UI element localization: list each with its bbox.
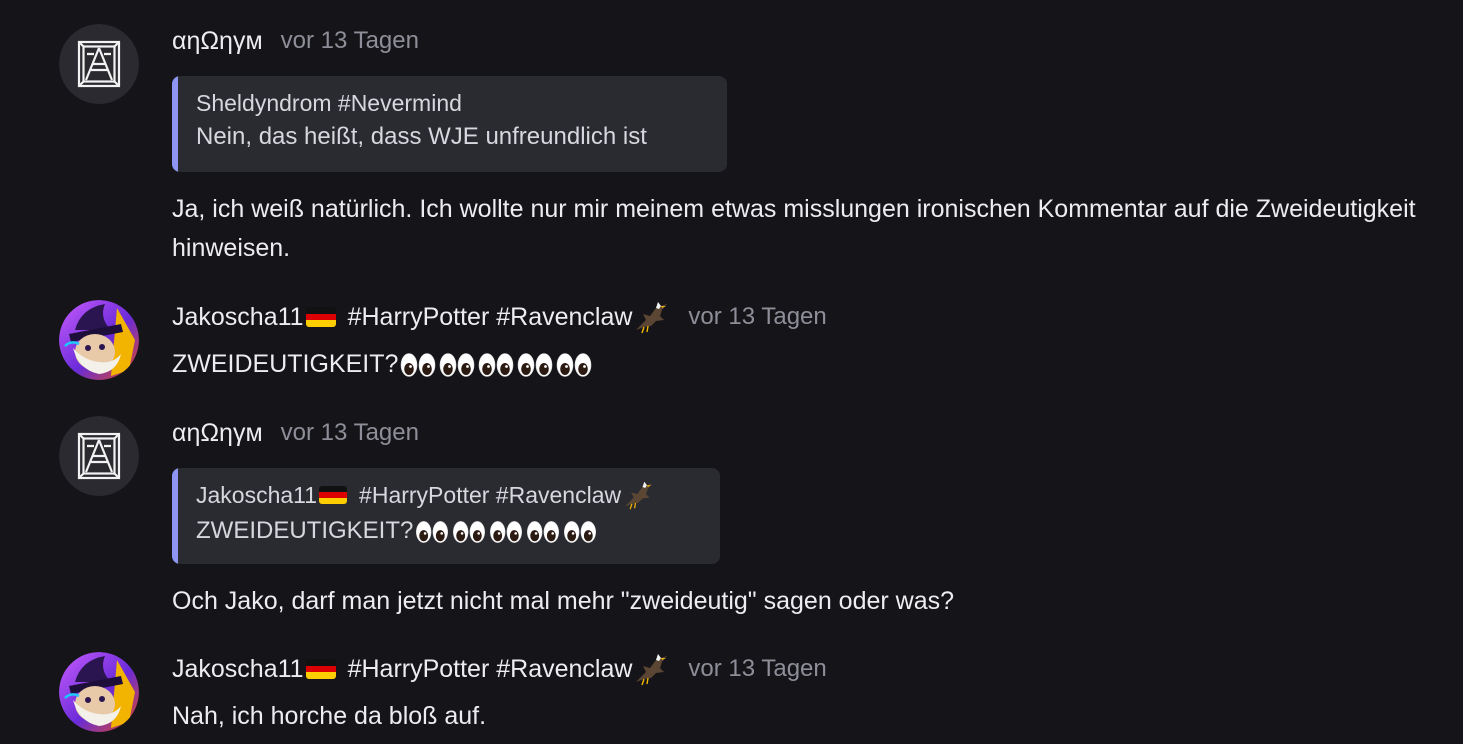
author-hashtags: #HarryPotter #Ravenclaw [347, 302, 633, 331]
comment-header: αηΩηγм vor 13 Tagen [172, 24, 419, 58]
quoted-reply[interactable]: Sheldyndrom #Nevermind Nein, das heißt, … [172, 76, 727, 172]
eagle-icon [623, 480, 655, 510]
comment-text: Nah, ich horche da bloß auf. [172, 702, 487, 730]
eyes-emoji-icon [556, 352, 592, 378]
eyes-emoji-icon [563, 520, 597, 544]
eyes-emoji-icon [517, 352, 553, 378]
quote-accent-bar [172, 76, 178, 172]
maze-logo-avatar-icon [59, 24, 139, 104]
eagle-icon [634, 300, 670, 334]
german-flag-icon [305, 307, 336, 327]
comment-text: Och Jako, darf man jetzt nicht mal mehr … [172, 587, 955, 615]
author-name[interactable]: Jakoscha11 [172, 655, 304, 684]
eyes-emoji-icon [439, 352, 475, 378]
quote-text-row: ZWEIDEUTIGKEIT? [196, 514, 696, 548]
timestamp[interactable]: vor 13 Tagen [281, 27, 419, 55]
quote-text: Nein, das heißt, dass WJE unfreundlich i… [196, 123, 647, 150]
eyes-emoji-icon [400, 352, 436, 378]
comment-feed: αηΩηγм vor 13 Tagen Sheldyndrom #Nevermi… [0, 0, 1463, 744]
avatar[interactable] [59, 24, 139, 104]
author-name[interactable]: αηΩηγм [172, 419, 263, 448]
comment-text-row: ZWEIDEUTIGKEIT? [172, 345, 1442, 384]
timestamp[interactable]: vor 13 Tagen [688, 655, 826, 683]
author-hashtags: #HarryPotter #Ravenclaw [347, 654, 633, 683]
maze-logo-avatar-icon [59, 416, 139, 496]
timestamp[interactable]: vor 13 Tagen [688, 303, 826, 331]
timestamp[interactable]: vor 13 Tagen [281, 419, 419, 447]
author-name[interactable]: αηΩηγм [172, 27, 263, 56]
wizard-avatar-icon [59, 652, 139, 732]
german-flag-icon [319, 486, 348, 504]
eyes-emoji-group [415, 514, 600, 548]
eyes-emoji-icon [489, 520, 523, 544]
eyes-emoji-group [400, 345, 595, 384]
comment-text: ZWEIDEUTIGKEIT? [172, 350, 399, 378]
eyes-emoji-icon [452, 520, 486, 544]
quote-author-row: Jakoscha11 #HarryPotter #Ravenclaw [196, 480, 696, 510]
comment-header: Jakoscha11 #HarryPotter #Ravenclaw vor 1… [172, 652, 827, 686]
eyes-emoji-icon [415, 520, 449, 544]
eyes-emoji-icon [526, 520, 560, 544]
wizard-avatar-icon [59, 300, 139, 380]
quote-text: ZWEIDEUTIGKEIT? [196, 517, 414, 544]
avatar[interactable] [59, 300, 139, 380]
eagle-icon [634, 652, 670, 686]
quote-author: Sheldyndrom #Nevermind [196, 90, 462, 116]
comment-text: Ja, ich weiß natürlich. Ich wollte nur m… [172, 195, 1416, 262]
author-name[interactable]: Jakoscha11 [172, 303, 304, 332]
quote-author: Jakoscha11 [196, 482, 318, 508]
quote-author-hashtags: #HarryPotter #Ravenclaw [359, 482, 622, 508]
quote-accent-bar [172, 468, 178, 564]
quoted-reply[interactable]: Jakoscha11 #HarryPotter #Ravenclaw ZWEID… [172, 468, 720, 564]
german-flag-icon [305, 659, 336, 679]
eyes-emoji-icon [478, 352, 514, 378]
avatar[interactable] [59, 416, 139, 496]
avatar[interactable] [59, 652, 139, 732]
comment-header: αηΩηγм vor 13 Tagen [172, 416, 419, 450]
comment-header: Jakoscha11 #HarryPotter #Ravenclaw vor 1… [172, 300, 827, 334]
